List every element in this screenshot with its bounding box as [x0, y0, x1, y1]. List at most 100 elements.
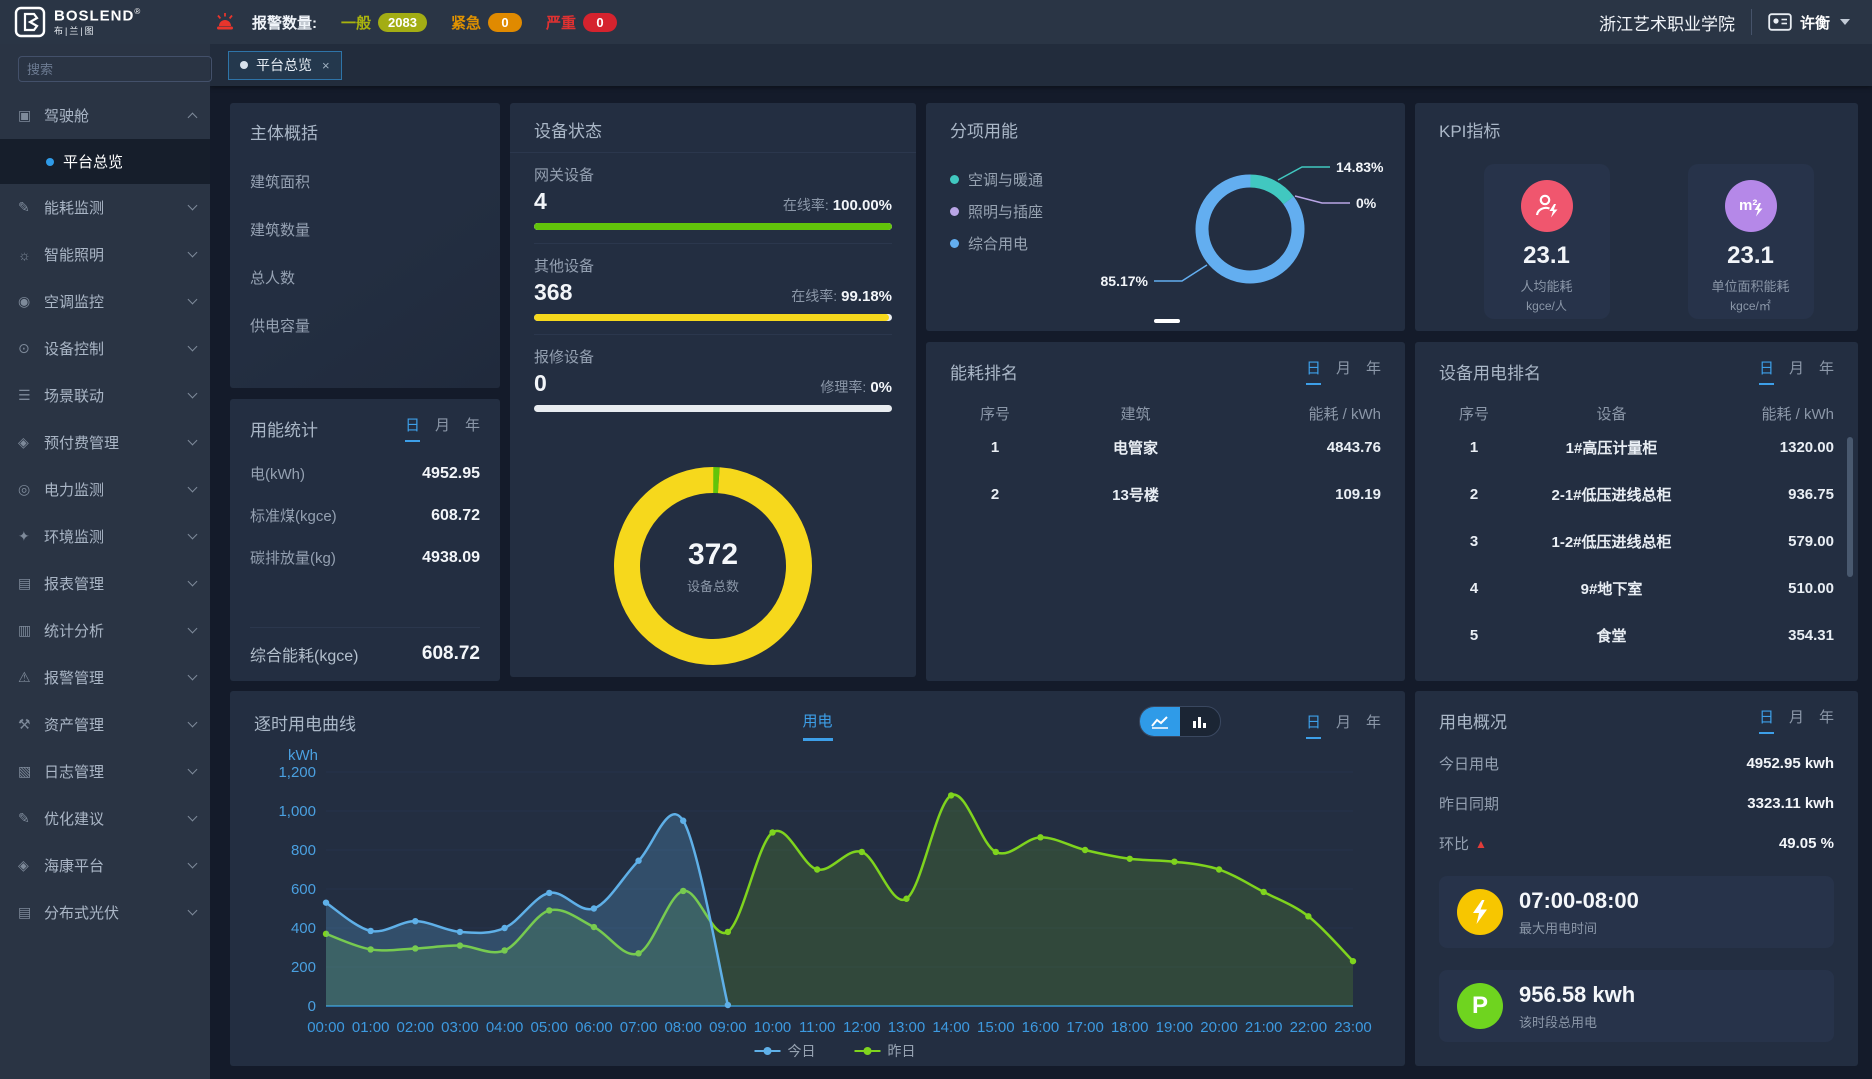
- sidebar-item-pv[interactable]: ▤ 分布式光伏: [0, 889, 210, 936]
- tab-dot: [240, 61, 248, 69]
- alarm-label-severe: 严重: [546, 12, 576, 33]
- progress-track: [534, 223, 892, 230]
- energy-monitoring-icon: ✎: [18, 199, 44, 216]
- repair-rate: 0%: [870, 379, 892, 396]
- svg-text:1,200: 1,200: [278, 764, 316, 781]
- energy-rank-table: 序号 建筑 能耗 / kWh 1 电管家 4843.76 2 13号楼 109.…: [950, 403, 1381, 518]
- tab-year[interactable]: 年: [1366, 357, 1381, 385]
- tab-day[interactable]: 日: [1306, 357, 1321, 385]
- device-total-value: 372: [688, 538, 738, 572]
- svg-text:08:00: 08:00: [664, 1019, 702, 1036]
- panel-title: 设备状态: [510, 117, 916, 153]
- boslend-logo: [14, 6, 46, 38]
- sidebar-item-prepaid-management[interactable]: ◈ 预付费管理: [0, 419, 210, 466]
- carousel-indicator[interactable]: [1154, 319, 1180, 323]
- progress-track: [534, 405, 892, 412]
- sidebar-item-device-control[interactable]: ⊙ 设备控制: [0, 325, 210, 372]
- slice-label: 0%: [1356, 195, 1377, 211]
- sidebar-item-statistics[interactable]: ▥ 统计分析: [0, 607, 210, 654]
- tab-year[interactable]: 年: [1819, 706, 1834, 734]
- alarm-label-normal: 一般: [341, 12, 371, 33]
- pv-icon: ▤: [18, 904, 44, 921]
- chevron-down-icon: [188, 389, 198, 399]
- sidebar-item-scene-linkage[interactable]: ☰ 场景联动: [0, 372, 210, 419]
- sidebar-item-power-monitoring[interactable]: ◎ 电力监测: [0, 466, 210, 513]
- chevron-down-icon: [188, 812, 198, 822]
- sidebar-item-log-management[interactable]: ▧ 日志管理: [0, 748, 210, 795]
- svg-text:11:00: 11:00: [799, 1019, 835, 1036]
- panel-title: KPI指标: [1439, 117, 1858, 142]
- divider: [1751, 9, 1752, 35]
- kpi-value: 23.1: [1523, 242, 1570, 270]
- user-menu[interactable]: 许衡: [1768, 12, 1850, 33]
- tab-month[interactable]: 月: [1336, 357, 1351, 385]
- sidebar-item-smart-lighting[interactable]: ☼ 智能照明: [0, 231, 210, 278]
- kpi-value: 23.1: [1727, 242, 1774, 270]
- svg-text:05:00: 05:00: [530, 1019, 568, 1036]
- svg-text:200: 200: [291, 959, 316, 976]
- overview-row: 建筑数量: [250, 219, 480, 240]
- prepaid-management-icon: ◈: [18, 434, 44, 451]
- bar-chart-icon[interactable]: [1180, 707, 1220, 736]
- period-tabs: 日 月 年: [1759, 706, 1834, 734]
- gateway-count: 4: [534, 188, 547, 215]
- sidebar-item-report-management[interactable]: ▤ 报表管理: [0, 560, 210, 607]
- asset-management-icon: ⚒: [18, 716, 44, 733]
- tab-day[interactable]: 日: [1306, 711, 1321, 739]
- scrollbar[interactable]: [1847, 437, 1853, 577]
- tab-day[interactable]: 日: [405, 414, 420, 442]
- line-chart-icon[interactable]: [1140, 707, 1180, 736]
- breakdown-donut-chart: 14.83% 0% 85.17%: [950, 137, 1405, 322]
- tab-month[interactable]: 月: [1336, 711, 1351, 739]
- chevron-down-icon: [188, 483, 198, 493]
- tab-month[interactable]: 月: [1789, 706, 1804, 734]
- org-name: 浙江艺术职业学院: [1599, 10, 1735, 35]
- tab-year[interactable]: 年: [1366, 711, 1381, 739]
- chevron-down-icon: [188, 624, 198, 634]
- device-status-other: 其他设备 368 在线率:99.18%: [534, 244, 892, 335]
- repair-count: 0: [534, 370, 547, 397]
- period-tabs: 日 月 年: [1306, 711, 1381, 739]
- table-row: 4 9#地下室 510.00: [1439, 565, 1834, 612]
- tab-close-icon[interactable]: ×: [322, 58, 330, 73]
- search-input[interactable]: [18, 56, 212, 82]
- chevron-down-icon: [188, 248, 198, 258]
- env-monitoring-icon: ✦: [18, 528, 44, 545]
- rise-arrow-icon: ▲: [1475, 837, 1487, 851]
- sidebar-item-hvac-monitoring[interactable]: ◉ 空调监控: [0, 278, 210, 325]
- sidebar-item-hikvision[interactable]: ◈ 海康平台: [0, 842, 210, 889]
- svg-text:m²: m²: [1739, 197, 1757, 214]
- device-status-repair: 报修设备 0 修理率:0%: [534, 335, 892, 425]
- sidebar-item-env-monitoring[interactable]: ✦ 环境监测: [0, 513, 210, 560]
- tab-month[interactable]: 月: [1789, 357, 1804, 385]
- device-status-gateway: 网关设备 4 在线率:100.00%: [534, 153, 892, 244]
- svg-text:800: 800: [291, 842, 316, 859]
- tab-year[interactable]: 年: [465, 414, 480, 442]
- table-row: 2 13号楼 109.19: [950, 471, 1381, 518]
- sidebar-item-asset-management[interactable]: ⚒ 资产管理: [0, 701, 210, 748]
- panel-title: 能耗排名: [950, 359, 1018, 384]
- report-management-icon: ▤: [18, 575, 44, 592]
- tab-month[interactable]: 月: [435, 414, 450, 442]
- sidebar-item-dashboard[interactable]: ▣ 驾驶舱: [0, 92, 210, 139]
- svg-text:今日: 今日: [788, 1043, 816, 1059]
- tab-platform-overview[interactable]: 平台总览 ×: [228, 51, 342, 80]
- chevron-down-icon: [188, 671, 198, 681]
- sidebar-item-platform-overview[interactable]: 平台总览: [0, 139, 210, 184]
- chevron-down-icon: [188, 436, 198, 446]
- sidebar-item-alarm-management[interactable]: ⚠ 报警管理: [0, 654, 210, 701]
- sidebar-item-energy-monitoring[interactable]: ✎ 能耗监测: [0, 184, 210, 231]
- chevron-down-icon: [188, 295, 198, 305]
- tab-electricity[interactable]: 用电: [802, 710, 832, 741]
- power-monitoring-icon: ◎: [18, 481, 44, 498]
- alarm-management-icon: ⚠: [18, 669, 44, 686]
- svg-text:03:00: 03:00: [441, 1019, 479, 1036]
- chevron-up-icon: [188, 113, 198, 123]
- tab-day[interactable]: 日: [1759, 706, 1774, 734]
- brand-name: BOSLEND: [54, 7, 134, 24]
- tab-day[interactable]: 日: [1759, 357, 1774, 385]
- chart-type-toggle: [1139, 706, 1221, 737]
- brand-reg: ®: [134, 7, 140, 16]
- sidebar-item-optimization[interactable]: ✎ 优化建议: [0, 795, 210, 842]
- tab-year[interactable]: 年: [1819, 357, 1834, 385]
